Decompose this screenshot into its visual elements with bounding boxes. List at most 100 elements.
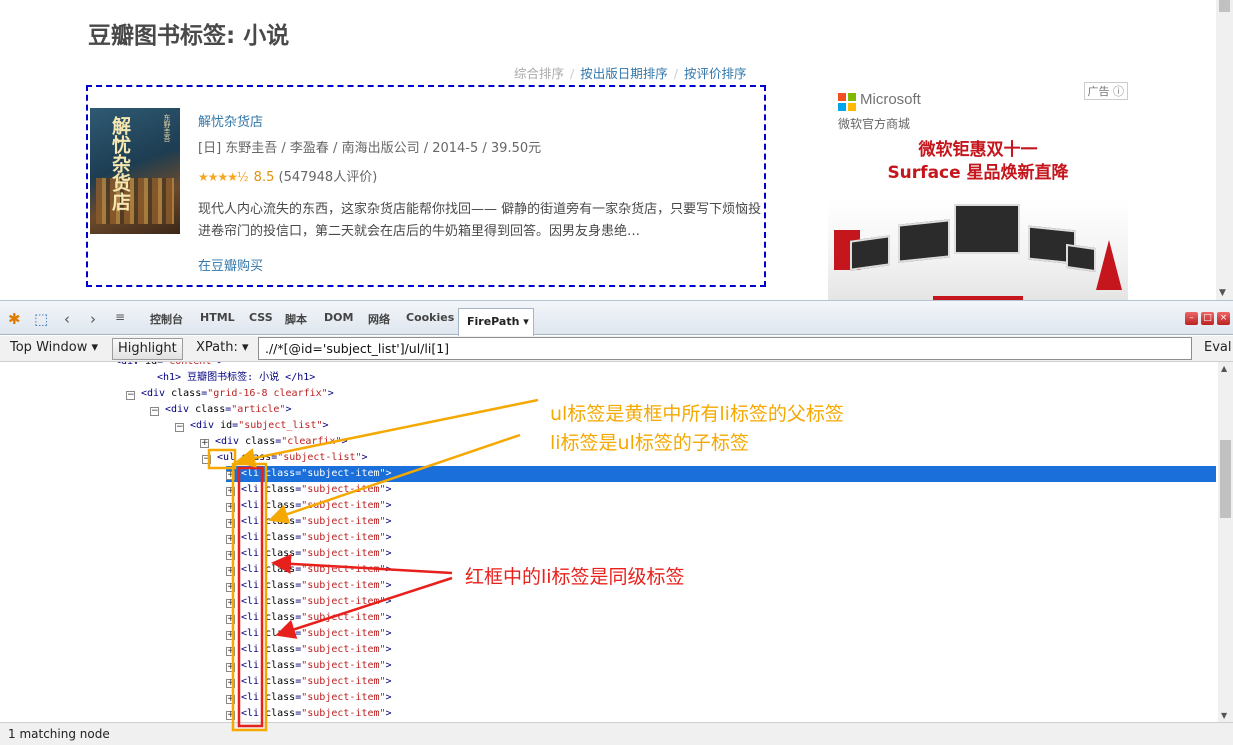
expand-toggle-icon[interactable]: + xyxy=(226,519,235,528)
page-title: 豆瓣图书标签: 小说 xyxy=(88,23,290,49)
highlight-button[interactable]: Highlight xyxy=(112,338,183,360)
tree-scrollbar[interactable]: ▲ ▼ xyxy=(1218,362,1233,722)
tree-node-end: > xyxy=(385,468,392,479)
expand-toggle-icon[interactable]: + xyxy=(226,711,235,720)
tab-cookies[interactable]: Cookies xyxy=(406,311,454,324)
tree-node-tag: <ul xyxy=(217,452,236,463)
expand-toggle-icon[interactable]: + xyxy=(226,567,235,576)
expand-toggle-icon[interactable]: + xyxy=(226,679,235,688)
tree-node-tag: <li xyxy=(241,644,260,655)
tree-node-attr: class xyxy=(265,612,296,623)
scroll-down-icon[interactable]: ▼ xyxy=(1219,288,1226,298)
expand-toggle-icon[interactable]: + xyxy=(226,599,235,608)
firebug-icon[interactable]: ✱ xyxy=(8,310,21,328)
close-icon[interactable]: × xyxy=(1217,312,1230,325)
tree-node-li[interactable]: + <li class="subject-item"> xyxy=(226,466,1216,482)
xpath-input[interactable] xyxy=(258,337,1192,360)
minimize-icon[interactable]: – xyxy=(1185,312,1198,325)
command-line-icon[interactable]: ≡ xyxy=(115,310,125,324)
collapse-toggle-icon[interactable]: − xyxy=(150,407,159,416)
xpath-selector-dropdown[interactable]: XPath: ▾ xyxy=(196,340,249,355)
tree-node-li[interactable]: + <li class="subject-item"> xyxy=(226,578,392,594)
tree-node-val: "subject-item" xyxy=(301,468,386,479)
sort-default[interactable]: 综合排序 xyxy=(514,66,564,81)
tab-script[interactable]: 脚本 xyxy=(285,311,307,327)
tab-css[interactable]: CSS xyxy=(249,311,273,324)
expand-toggle-icon[interactable]: + xyxy=(226,535,235,544)
tree-node-end: > xyxy=(385,580,392,591)
tree-node-end: > xyxy=(385,628,392,639)
forward-arrow-icon[interactable]: › xyxy=(90,310,96,328)
collapse-toggle-icon[interactable]: − xyxy=(126,391,135,400)
page-scroll-thumb[interactable] xyxy=(1219,0,1230,12)
buy-on-douban-link[interactable]: 在豆瓣购买 xyxy=(198,255,263,274)
tree-node-li[interactable]: + <li class="subject-item"> xyxy=(226,658,392,674)
back-arrow-icon[interactable]: ‹ xyxy=(64,310,70,328)
tree-node[interactable]: − <ul class="subject-list"> xyxy=(202,450,368,466)
expand-toggle-icon[interactable]: + xyxy=(226,487,235,496)
sort-by-rating-link[interactable]: 按评价排序 xyxy=(684,66,747,81)
expand-toggle-icon[interactable]: + xyxy=(226,615,235,624)
tree-node-end: > xyxy=(217,362,223,367)
tab-net[interactable]: 网络 xyxy=(368,311,390,327)
scroll-up-icon[interactable]: ▲ xyxy=(1221,364,1227,373)
collapse-toggle-icon[interactable]: − xyxy=(175,423,184,432)
book-rating: ★★★★½ 8.5 (547948人评价) xyxy=(198,166,377,185)
tree-node-tag: <li xyxy=(241,660,260,671)
tree-node-li[interactable]: + <li class="subject-item"> xyxy=(226,530,392,546)
expand-toggle-icon[interactable]: + xyxy=(226,695,235,704)
tree-node[interactable]: − <div id="subject_list"> xyxy=(175,418,329,434)
tree-node-li[interactable]: + <li class="subject-item"> xyxy=(226,674,392,690)
tree-node-li[interactable]: + <li class="subject-item"> xyxy=(226,498,392,514)
tree-node-li[interactable]: + <li class="subject-item"> xyxy=(226,482,392,498)
tree-node-end: > xyxy=(385,708,392,719)
eval-button[interactable]: Eval xyxy=(1204,340,1232,355)
tree-node-li[interactable]: + <li class="subject-item"> xyxy=(226,562,392,578)
tree-node-li[interactable]: + <li class="subject-item"> xyxy=(226,610,392,626)
tab-html[interactable]: HTML xyxy=(200,311,235,324)
inspect-icon[interactable]: ⬚ xyxy=(34,310,48,328)
expand-toggle-icon[interactable]: + xyxy=(226,503,235,512)
cover-title: 解忧杂货店 xyxy=(109,116,131,211)
collapse-toggle-icon[interactable]: − xyxy=(202,455,211,464)
tree-node-tag: <li xyxy=(241,580,260,591)
tree-node-li[interactable]: + <li class="subject-item"> xyxy=(226,594,392,610)
advertisement-banner[interactable]: 广告 ⓘ Microsoft 微软官方商城 微软钜惠双十一 Surface 星品… xyxy=(828,82,1128,300)
tree-node-li[interactable]: + <li class="subject-item"> xyxy=(226,514,392,530)
tree-node-end: > xyxy=(361,452,368,463)
expand-toggle-icon[interactable]: + xyxy=(226,663,235,672)
tree-node[interactable]: <div id="content"> xyxy=(100,362,223,370)
tree-scroll-thumb[interactable] xyxy=(1220,440,1231,518)
tree-node-val: "clearfix" xyxy=(281,436,342,447)
tree-node[interactable]: − <div class="article"> xyxy=(150,402,291,418)
tree-node-li[interactable]: + <li class="subject-item"> xyxy=(226,706,392,722)
top-window-dropdown[interactable]: Top Window ▾ xyxy=(10,340,98,355)
tab-console[interactable]: 控制台 xyxy=(150,311,183,327)
tree-node-val: "subject-item" xyxy=(301,532,386,543)
tree-node-li[interactable]: + <li class="subject-item"> xyxy=(226,690,392,706)
book-cover[interactable]: 解忧杂货店 东野圭吾 xyxy=(90,108,180,234)
expand-toggle-icon[interactable]: + xyxy=(226,471,235,480)
tree-node[interactable]: + <div class="clearfix"> xyxy=(200,434,348,450)
tree-node-val: "subject-item" xyxy=(301,500,386,511)
page-scrollbar[interactable]: ▼ xyxy=(1216,0,1233,300)
tab-dom[interactable]: DOM xyxy=(324,311,353,324)
tree-node[interactable]: <h1> 豆瓣图书标签: 小说 </h1> xyxy=(142,370,315,386)
expand-toggle-icon[interactable]: + xyxy=(226,551,235,560)
tree-node-val: "subject-item" xyxy=(301,708,386,719)
tree-node-li[interactable]: + <li class="subject-item"> xyxy=(226,546,392,562)
tree-node-li[interactable]: + <li class="subject-item"> xyxy=(226,626,392,642)
tree-node-tag: <div xyxy=(190,420,215,431)
tree-node-end: > xyxy=(327,388,334,399)
scroll-down-icon[interactable]: ▼ xyxy=(1221,711,1227,720)
tree-node[interactable]: − <div class="grid-16-8 clearfix"> xyxy=(126,386,334,402)
detach-icon[interactable]: □ xyxy=(1201,312,1214,325)
book-title-link[interactable]: 解忧杂货店 xyxy=(198,111,263,130)
tree-node-li[interactable]: + <li class="subject-item"> xyxy=(226,642,392,658)
tab-firepath[interactable]: FirePath ▾ xyxy=(458,308,534,336)
expand-toggle-icon[interactable]: + xyxy=(226,583,235,592)
expand-toggle-icon[interactable]: + xyxy=(200,439,209,448)
sort-by-date-link[interactable]: 按出版日期排序 xyxy=(580,66,668,81)
expand-toggle-icon[interactable]: + xyxy=(226,631,235,640)
expand-toggle-icon[interactable]: + xyxy=(226,647,235,656)
